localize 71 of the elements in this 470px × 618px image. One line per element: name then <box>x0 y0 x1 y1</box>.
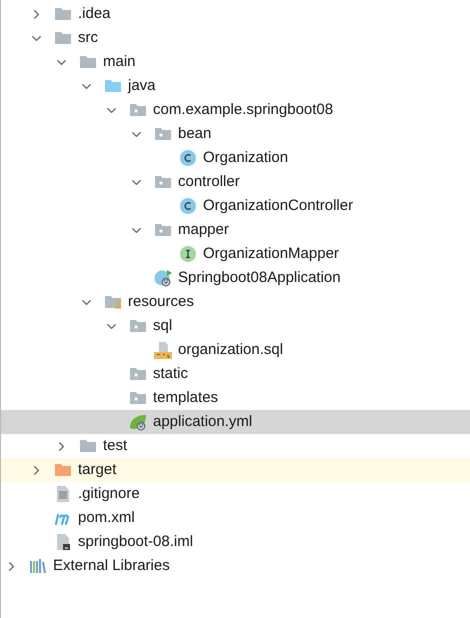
tree-row[interactable]: .idea <box>1 2 470 26</box>
tree-label: Springboot08Application <box>178 268 341 288</box>
tree-label: test <box>103 436 128 456</box>
tree-row[interactable]: com.example.springboot08 <box>1 98 470 122</box>
package-folder-icon <box>129 365 147 383</box>
tree-label: main <box>103 52 136 72</box>
interface-icon <box>179 245 197 263</box>
tree-row[interactable]: sql <box>1 314 470 338</box>
tree-label: .gitignore <box>78 484 140 504</box>
folder-icon <box>79 437 97 455</box>
tree-row[interactable]: organization.sql <box>1 338 470 362</box>
tree-label: target <box>78 460 116 480</box>
tree-label: OrganizationMapper <box>203 244 339 264</box>
tree-label: .idea <box>78 4 111 24</box>
package-folder-icon <box>129 101 147 119</box>
tree-row[interactable]: templates <box>1 386 470 410</box>
folder-icon <box>79 53 97 71</box>
tree-row[interactable]: External Libraries <box>1 554 470 578</box>
tree-label: static <box>153 364 188 384</box>
tree-label: java <box>128 76 156 96</box>
resources-folder-icon <box>104 293 122 311</box>
tree-row[interactable]: application.yml <box>1 410 470 434</box>
tree-row[interactable]: bean <box>1 122 470 146</box>
tree-row[interactable]: resources <box>1 290 470 314</box>
tree-label: External Libraries <box>53 556 170 576</box>
tree-label: OrganizationController <box>203 196 354 216</box>
tree-label: sql <box>153 316 172 336</box>
tree-label: springboot-08.iml <box>78 532 194 552</box>
tree-row[interactable]: java <box>1 74 470 98</box>
tree-row[interactable]: main <box>1 50 470 74</box>
tree-label: com.example.springboot08 <box>153 100 334 120</box>
tree-label: Organization <box>203 148 288 168</box>
tree-row[interactable]: pom.xml <box>1 506 470 530</box>
tree-label: pom.xml <box>78 508 135 528</box>
tree-row[interactable]: OrganizationController <box>1 194 470 218</box>
class-icon <box>179 149 197 167</box>
tree-row[interactable]: Springboot08Application <box>1 266 470 290</box>
module-file-icon <box>54 533 72 551</box>
tree-label: templates <box>153 388 218 408</box>
tree-label: application.yml <box>153 412 252 432</box>
tree-row[interactable]: src <box>1 26 470 50</box>
tree-label: resources <box>128 292 194 312</box>
tree-row[interactable]: mapper <box>1 218 470 242</box>
tree-label: src <box>78 28 98 48</box>
tree-row[interactable]: controller <box>1 170 470 194</box>
tree-row[interactable]: static <box>1 362 470 386</box>
folder-icon <box>54 29 72 47</box>
package-folder-icon <box>154 221 172 239</box>
tree-row[interactable]: target <box>1 458 470 482</box>
spring-leaf-icon <box>129 413 147 431</box>
folder-icon <box>104 77 122 95</box>
folder-icon <box>54 5 72 23</box>
folder-icon <box>54 461 72 479</box>
tree-row[interactable]: Organization <box>1 146 470 170</box>
tree-label: mapper <box>178 220 229 240</box>
tree-label: organization.sql <box>178 340 284 360</box>
package-folder-icon <box>129 389 147 407</box>
class-icon <box>179 197 197 215</box>
sql-file-icon <box>154 341 172 359</box>
spring-class-icon <box>154 269 172 287</box>
package-folder-icon <box>154 173 172 191</box>
tree-row[interactable]: .gitignore <box>1 482 470 506</box>
tree-label: bean <box>178 124 212 144</box>
tree-row[interactable]: OrganizationMapper <box>1 242 470 266</box>
libraries-icon <box>29 557 47 575</box>
package-folder-icon <box>129 317 147 335</box>
tree-row[interactable]: springboot-08.iml <box>1 530 470 554</box>
text-file-icon <box>54 485 72 503</box>
package-folder-icon <box>154 125 172 143</box>
tree-row[interactable]: test <box>1 434 470 458</box>
tree-label: controller <box>178 172 240 192</box>
